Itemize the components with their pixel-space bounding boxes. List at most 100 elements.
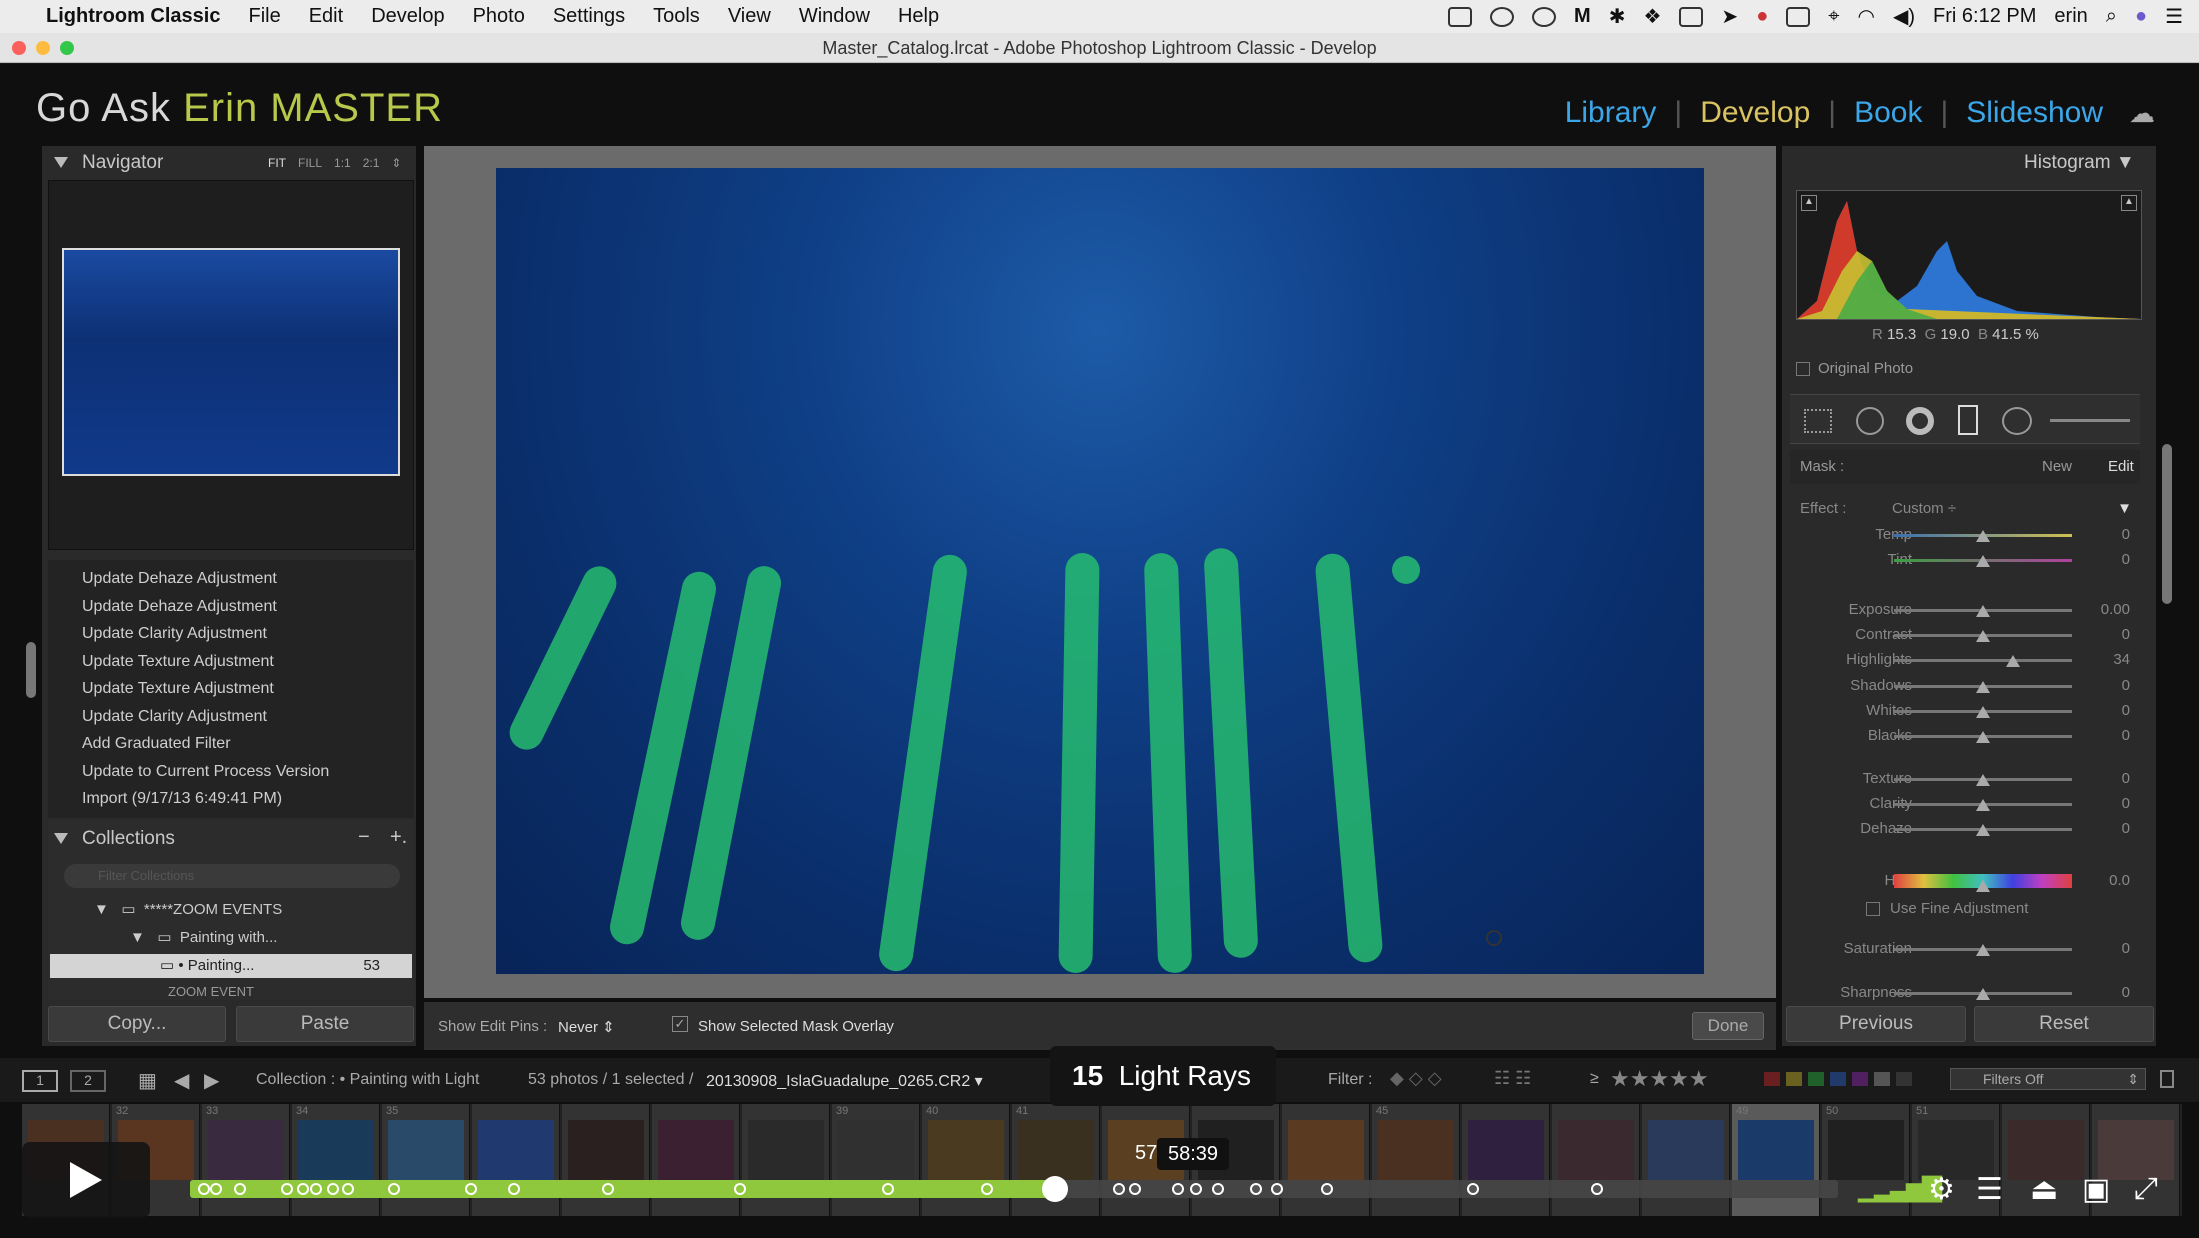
volume-bars-icon[interactable]: ▁▂▃▅▇ bbox=[1858, 1172, 1942, 1203]
slider-track[interactable] bbox=[1894, 731, 2072, 743]
menu-file[interactable]: File bbox=[248, 5, 280, 28]
screen-share-icon[interactable] bbox=[1448, 6, 1473, 27]
zoom-2-1[interactable]: 2:1 bbox=[363, 156, 380, 170]
slider-value[interactable]: 34 bbox=[2070, 651, 2130, 668]
m-app-icon[interactable]: M bbox=[1574, 5, 1591, 28]
creative-cloud-icon[interactable] bbox=[1490, 6, 1515, 27]
previous-button[interactable]: Previous bbox=[1786, 1006, 1966, 1042]
slider-thumb[interactable] bbox=[1976, 630, 1990, 642]
fine-adjust-checkbox[interactable] bbox=[1866, 902, 1880, 917]
zoom-fit[interactable]: FIT bbox=[268, 156, 286, 170]
slider-track[interactable] bbox=[1894, 774, 2072, 786]
picture-in-picture-icon[interactable]: ▣ bbox=[2082, 1172, 2110, 1207]
zoom-stepper-icon[interactable]: ⇕ bbox=[391, 156, 401, 170]
collection-selected[interactable]: ▭ • Painting... 53 bbox=[50, 954, 412, 978]
slider-track[interactable] bbox=[1894, 988, 2072, 1000]
filmstrip-thumbnail[interactable] bbox=[838, 1120, 914, 1180]
history-item[interactable]: Update Texture Adjustment bbox=[82, 653, 274, 671]
module-book[interactable]: Book bbox=[1854, 96, 1922, 130]
rating-operator[interactable]: ≥ bbox=[1590, 1070, 1599, 1088]
minimize-window-button[interactable] bbox=[36, 41, 50, 55]
slider-track[interactable] bbox=[1894, 824, 2072, 836]
filmstrip-cell[interactable] bbox=[1462, 1104, 1550, 1216]
filmstrip-cell[interactable] bbox=[472, 1104, 560, 1216]
rating-filter-stars[interactable]: ★★★★★ bbox=[1610, 1066, 1709, 1092]
chapter-marker[interactable] bbox=[602, 1183, 614, 1195]
slider-value[interactable]: 0 bbox=[2070, 702, 2130, 719]
slider-thumb[interactable] bbox=[1976, 774, 1990, 786]
user-name[interactable]: erin bbox=[2054, 5, 2087, 28]
filmstrip-thumbnail[interactable] bbox=[658, 1120, 734, 1180]
chapter-marker[interactable] bbox=[1172, 1183, 1185, 1195]
slider-track[interactable] bbox=[1894, 874, 2072, 892]
filmstrip-thumbnail[interactable] bbox=[1918, 1120, 1994, 1180]
mask-overlay-checkbox[interactable]: ✓ bbox=[672, 1016, 688, 1032]
wifi-icon[interactable]: ◠ bbox=[1858, 4, 1875, 29]
color-swatch[interactable] bbox=[1830, 1072, 1846, 1086]
chapter-marker[interactable] bbox=[981, 1183, 994, 1195]
crosshair-icon[interactable]: ⌖ bbox=[1828, 5, 1839, 28]
slider-value[interactable]: 0 bbox=[2070, 940, 2130, 957]
zoom-window-button[interactable] bbox=[60, 41, 74, 55]
filmstrip-thumbnail[interactable] bbox=[748, 1120, 824, 1180]
filmstrip-cell[interactable]: 33 bbox=[202, 1104, 290, 1216]
slider-thumb[interactable] bbox=[1976, 731, 1990, 743]
slider-value[interactable]: 0 bbox=[2070, 626, 2130, 643]
dropbox-icon[interactable]: ❖ bbox=[1643, 4, 1661, 29]
mask-edit-button[interactable]: Edit bbox=[2108, 458, 2134, 475]
history-item[interactable]: Update Dehaze Adjustment bbox=[82, 598, 277, 616]
left-panel-scrollbar[interactable] bbox=[26, 642, 36, 698]
highlight-clipping-icon[interactable]: ▲ bbox=[2121, 195, 2137, 211]
shadow-clipping-icon[interactable]: ▲ bbox=[1801, 195, 1817, 211]
slider-thumb[interactable] bbox=[2006, 655, 2021, 667]
effect-collapse-icon[interactable]: ▼ bbox=[2117, 500, 2132, 517]
color-swatch[interactable] bbox=[1852, 1072, 1868, 1086]
mask-new-button[interactable]: New bbox=[2042, 458, 2072, 475]
history-item[interactable]: Update Texture Adjustment bbox=[82, 680, 274, 698]
filmstrip-thumbnail[interactable] bbox=[1018, 1120, 1094, 1180]
filmstrip-thumbnail[interactable] bbox=[1558, 1120, 1634, 1180]
slider-value[interactable]: 0 bbox=[2070, 770, 2130, 787]
chapter-marker[interactable] bbox=[297, 1183, 310, 1195]
filter-lock-icon[interactable] bbox=[2160, 1070, 2174, 1088]
menu-edit[interactable]: Edit bbox=[309, 5, 343, 28]
chapter-marker[interactable] bbox=[1467, 1183, 1480, 1195]
filmstrip-cell[interactable] bbox=[562, 1104, 650, 1216]
slider-track[interactable] bbox=[1894, 605, 2072, 617]
chapter-marker[interactable] bbox=[209, 1183, 222, 1195]
filmstrip-cell[interactable]: 49 bbox=[1732, 1104, 1820, 1216]
remove-collection-button[interactable]: − bbox=[358, 826, 370, 849]
filmstrip-cell[interactable] bbox=[1282, 1104, 1370, 1216]
filmstrip-thumbnail[interactable] bbox=[1468, 1120, 1544, 1180]
chapter-marker[interactable] bbox=[1271, 1183, 1284, 1195]
slider-track[interactable] bbox=[1894, 799, 2072, 811]
menu-app-name[interactable]: Lightroom Classic bbox=[46, 5, 220, 28]
slider-thumb[interactable] bbox=[1976, 555, 1990, 567]
collection-set-painting[interactable]: ▼ ▭ Painting with... bbox=[130, 928, 277, 946]
color-label-filter[interactable] bbox=[1764, 1072, 1912, 1086]
filmstrip-thumbnail[interactable] bbox=[208, 1120, 284, 1180]
edit-filter-icons[interactable]: ☷ ☷ bbox=[1494, 1068, 1531, 1089]
copy-button[interactable]: Copy... bbox=[48, 1006, 226, 1042]
collapse-triangle-icon[interactable] bbox=[54, 833, 68, 845]
slider-value[interactable]: 0 bbox=[2070, 677, 2130, 694]
chapter-marker[interactable] bbox=[1211, 1183, 1224, 1195]
paste-button[interactable]: Paste bbox=[236, 1006, 414, 1042]
filmstrip-thumbnail[interactable] bbox=[928, 1120, 1004, 1180]
histogram-header[interactable]: Histogram ▼ bbox=[2024, 152, 2135, 174]
navigator-header[interactable]: Navigator bbox=[54, 152, 163, 174]
siri-icon[interactable]: ● bbox=[2135, 5, 2147, 28]
filmstrip-thumbnail[interactable] bbox=[2098, 1120, 2174, 1180]
filmstrip-cell[interactable] bbox=[742, 1104, 830, 1216]
fullscreen-icon[interactable]: ⤢ bbox=[2134, 1172, 2158, 1206]
filmstrip-cell[interactable] bbox=[1642, 1104, 1730, 1216]
filmstrip-thumbnail[interactable] bbox=[2008, 1120, 2084, 1180]
chapter-marker[interactable] bbox=[733, 1183, 746, 1195]
slider-value[interactable]: 0 bbox=[2070, 984, 2130, 1001]
forward-arrow-icon[interactable]: ▶ bbox=[204, 1068, 219, 1093]
filmstrip-cell[interactable]: 34 bbox=[292, 1104, 380, 1216]
cloud-sync-icon[interactable]: ☁ bbox=[2129, 98, 2155, 129]
chapter-marker[interactable] bbox=[341, 1183, 354, 1195]
slider-thumb[interactable] bbox=[1976, 944, 1990, 956]
settings-gear-icon[interactable]: ⚙ bbox=[1928, 1172, 1955, 1207]
